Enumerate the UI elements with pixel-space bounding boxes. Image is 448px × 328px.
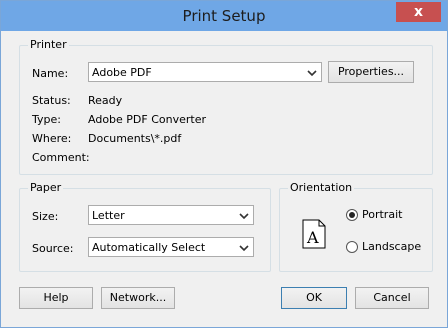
paper-size-dropdown[interactable]: Letter [88, 205, 254, 225]
close-button[interactable]: x [396, 2, 441, 22]
page-portrait-icon: A [302, 219, 326, 249]
printer-group-label: Printer [28, 38, 69, 51]
orientation-group-label: Orientation [288, 181, 355, 194]
orientation-group: Orientation A Portrait Landscape [279, 181, 433, 272]
chevron-down-icon [239, 213, 249, 220]
paper-size-value: Letter [92, 209, 125, 222]
paper-source-label: Source: [32, 242, 74, 255]
paper-size-label: Size: [32, 210, 59, 223]
page-letter: A [306, 228, 319, 247]
help-button[interactable]: Help [19, 287, 93, 309]
where-value: Documents\*.pdf [88, 132, 182, 145]
close-icon: x [413, 4, 424, 20]
where-label: Where: [32, 132, 72, 145]
paper-source-value: Automatically Select [92, 241, 206, 254]
landscape-radio[interactable] [346, 241, 358, 253]
properties-button[interactable]: Properties... [328, 61, 414, 83]
window-title: Print Setup [182, 7, 266, 25]
dialog-client: Printer Name: Adobe PDF Properties... St… [9, 31, 439, 319]
paper-source-dropdown[interactable]: Automatically Select [88, 237, 254, 257]
chevron-down-icon [307, 70, 317, 77]
status-value: Ready [88, 94, 123, 107]
status-label: Status: [32, 94, 71, 107]
printer-name-label: Name: [32, 67, 69, 80]
paper-group: Paper Size: Letter Source: Automatically… [19, 181, 271, 272]
landscape-label[interactable]: Landscape [362, 240, 421, 253]
chevron-down-icon [239, 245, 249, 252]
portrait-radio[interactable] [346, 209, 358, 221]
printer-name-value: Adobe PDF [92, 66, 152, 79]
print-setup-window: Print Setup x Printer Name: Adobe PDF Pr… [0, 0, 448, 328]
ok-button[interactable]: OK [281, 287, 347, 309]
type-label: Type: [32, 113, 61, 126]
cancel-button[interactable]: Cancel [355, 287, 429, 309]
type-value: Adobe PDF Converter [88, 113, 207, 126]
network-button[interactable]: Network... [101, 287, 175, 309]
title-bar[interactable]: Print Setup x [1, 1, 447, 31]
printer-group: Printer Name: Adobe PDF Properties... St… [19, 38, 433, 175]
comment-label: Comment: [32, 151, 90, 164]
printer-name-dropdown[interactable]: Adobe PDF [88, 62, 322, 82]
paper-group-label: Paper [28, 181, 64, 194]
portrait-label[interactable]: Portrait [362, 208, 402, 221]
